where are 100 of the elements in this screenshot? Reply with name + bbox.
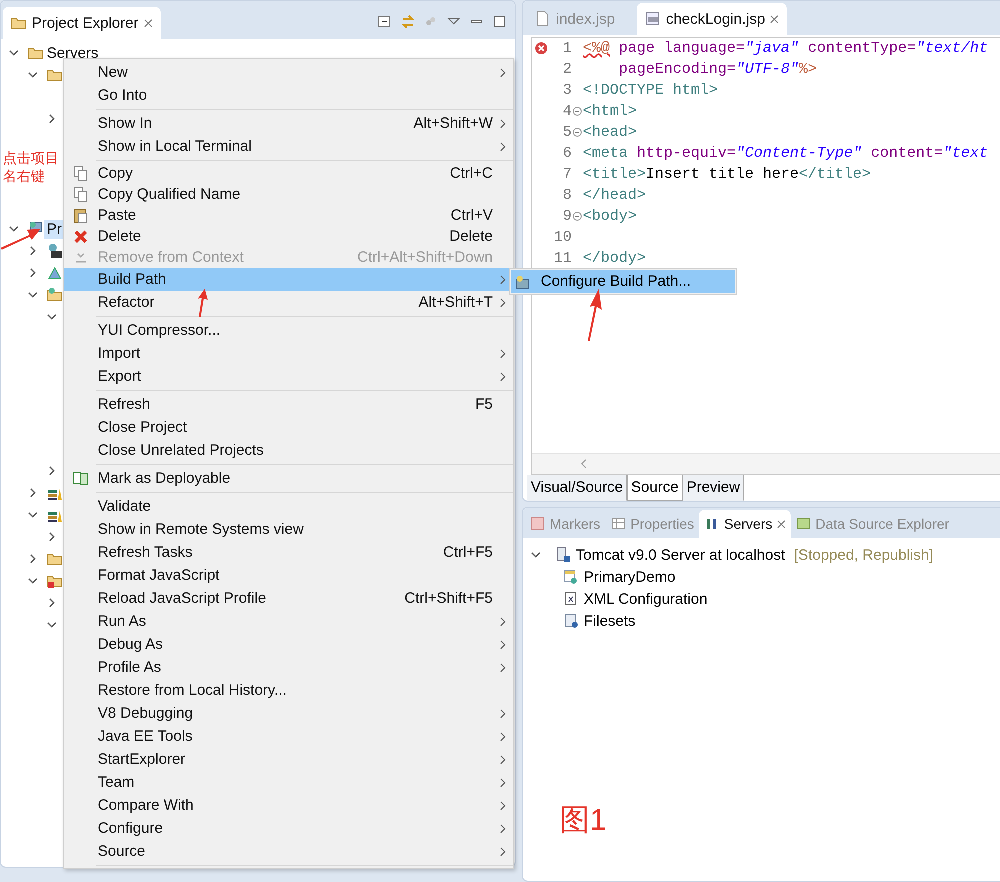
menu-item[interactable]: YUI Compressor...: [64, 319, 513, 342]
copy-icon: [73, 186, 89, 202]
line-number: 3: [562, 82, 572, 99]
menu-item[interactable]: Source: [64, 840, 513, 863]
menu-item[interactable]: Mark as Deployable: [64, 467, 513, 490]
annotation-arrow: [0, 226, 42, 250]
chevron-right-icon[interactable]: [28, 488, 38, 498]
view-tab[interactable]: Visual/Source: [527, 475, 628, 501]
menu-item[interactable]: Delete Delete: [64, 226, 513, 247]
deployable-icon: [73, 470, 89, 486]
chevron-down-icon[interactable]: [9, 224, 19, 234]
code-line: <!DOCTYPE html>: [583, 82, 718, 99]
chevron-right-icon[interactable]: [47, 114, 57, 124]
menu-item[interactable]: Reload JavaScript Profile Ctrl+Shift+F5: [64, 587, 513, 610]
chevron-right-icon[interactable]: [47, 466, 57, 476]
chevron-down-icon[interactable]: [9, 48, 19, 58]
package-folder-icon: [47, 287, 63, 303]
menu-item[interactable]: Copy Qualified Name: [64, 184, 513, 205]
menu-item[interactable]: Format JavaScript: [64, 564, 513, 587]
close-icon[interactable]: [776, 520, 786, 528]
scroll-left-icon[interactable]: [580, 459, 588, 469]
menu-item[interactable]: Java EE Tools: [64, 725, 513, 748]
line-number: 1: [562, 40, 572, 57]
menu-item[interactable]: Refresh F5: [64, 393, 513, 416]
menu-item[interactable]: Close Project: [64, 416, 513, 439]
resources-icon: [47, 265, 63, 281]
menu-item[interactable]: Refactor Alt+Shift+T: [64, 291, 513, 314]
chevron-down-icon[interactable]: [28, 70, 38, 80]
server-item[interactable]: PrimaryDemo: [584, 568, 676, 586]
view-tab[interactable]: Source: [627, 475, 683, 501]
file-icon: [535, 11, 551, 27]
fold-icon[interactable]: [573, 128, 582, 137]
chevron-down-icon[interactable]: [47, 620, 57, 630]
editor-tab[interactable]: checkLogin.jsp: [637, 3, 788, 35]
view-tab[interactable]: Servers: [699, 510, 791, 538]
code-line: <meta http-equiv="Content-Type" content="text: [583, 145, 988, 162]
code-line: <title>Insert title here</title>: [583, 166, 872, 183]
menu-item[interactable]: Run As: [64, 610, 513, 633]
chevron-down-icon[interactable]: [47, 312, 57, 322]
annotation-text: 点击项目名右键: [3, 150, 60, 185]
chevron-right-icon[interactable]: [28, 268, 38, 278]
code-line: <html>: [583, 103, 638, 120]
maximize-icon[interactable]: [493, 15, 507, 29]
menu-item[interactable]: Compare With: [64, 794, 513, 817]
menu-item[interactable]: Validate: [64, 495, 513, 518]
close-icon[interactable]: [144, 18, 153, 28]
chevron-down-icon[interactable]: [28, 576, 38, 586]
menu-item[interactable]: Show in Local Terminal: [64, 135, 513, 158]
code-line: </body>: [583, 250, 646, 267]
menu-item[interactable]: Configure: [64, 817, 513, 840]
code-line: <head>: [583, 124, 638, 141]
line-number: 6: [562, 145, 572, 162]
chevron-down-icon[interactable]: [28, 290, 38, 300]
server-item[interactable]: Filesets: [584, 612, 636, 630]
code-line: <%@ page language="java" contentType="text/ht: [583, 40, 988, 57]
chevron-down-icon[interactable]: [28, 510, 38, 520]
menu-item[interactable]: Team: [64, 771, 513, 794]
line-number: 8: [562, 187, 572, 204]
server-name[interactable]: Tomcat v9.0 Server at localhost: [576, 546, 786, 564]
collapse-all-icon[interactable]: [378, 15, 392, 29]
chevron-down-icon[interactable]: [531, 550, 541, 560]
chevron-right-icon[interactable]: [47, 532, 57, 542]
fold-icon[interactable]: [573, 212, 582, 221]
menu-item[interactable]: Show In Alt+Shift+W: [64, 112, 513, 135]
view-tab[interactable]: Preview: [682, 475, 744, 501]
menu-item[interactable]: Show in Remote Systems view: [64, 518, 513, 541]
menu-item[interactable]: Configure Build Path...: [511, 270, 735, 293]
annotation-arrow: [196, 288, 210, 318]
delete-icon: [73, 228, 89, 244]
menu-item[interactable]: Copy Ctrl+C: [64, 163, 513, 184]
menu-item[interactable]: Close Unrelated Projects: [64, 439, 513, 462]
menu-item[interactable]: V8 Debugging: [64, 702, 513, 725]
xml-file-icon: [563, 591, 579, 607]
menu-item[interactable]: Paste Ctrl+V: [64, 205, 513, 226]
close-icon[interactable]: [770, 14, 780, 24]
tree-item[interactable]: Servers: [44, 44, 102, 62]
menu-item[interactable]: Refresh Tasks Ctrl+F5: [64, 541, 513, 564]
code-line: <body>: [583, 208, 638, 225]
properties-icon: [610, 516, 627, 532]
menu-item[interactable]: Export: [64, 365, 513, 388]
tree-item[interactable]: Pr: [44, 220, 65, 238]
menu-item[interactable]: Profile As: [64, 656, 513, 679]
clipboard-icon: [73, 208, 89, 224]
jsp-file-icon: [645, 11, 662, 27]
server-item[interactable]: XML Configuration: [584, 590, 708, 608]
view-tab[interactable]: Project Explorer: [3, 7, 161, 39]
fold-icon[interactable]: [573, 107, 582, 116]
menu-item[interactable]: Import: [64, 342, 513, 365]
line-number: 2: [562, 61, 572, 78]
menu-item[interactable]: Go Into: [64, 84, 513, 107]
menu-item[interactable]: Restore from Local History...: [64, 679, 513, 702]
database-icon: [796, 516, 812, 532]
menu-item[interactable]: New: [64, 61, 513, 84]
line-number: 7: [562, 166, 572, 183]
error-icon: [534, 42, 548, 55]
menu-item[interactable]: StartExplorer: [64, 748, 513, 771]
menu-item[interactable]: Debug As: [64, 633, 513, 656]
chevron-right-icon[interactable]: [47, 598, 57, 608]
chevron-right-icon[interactable]: [28, 554, 38, 564]
chevron-right-icon[interactable]: [28, 246, 38, 256]
